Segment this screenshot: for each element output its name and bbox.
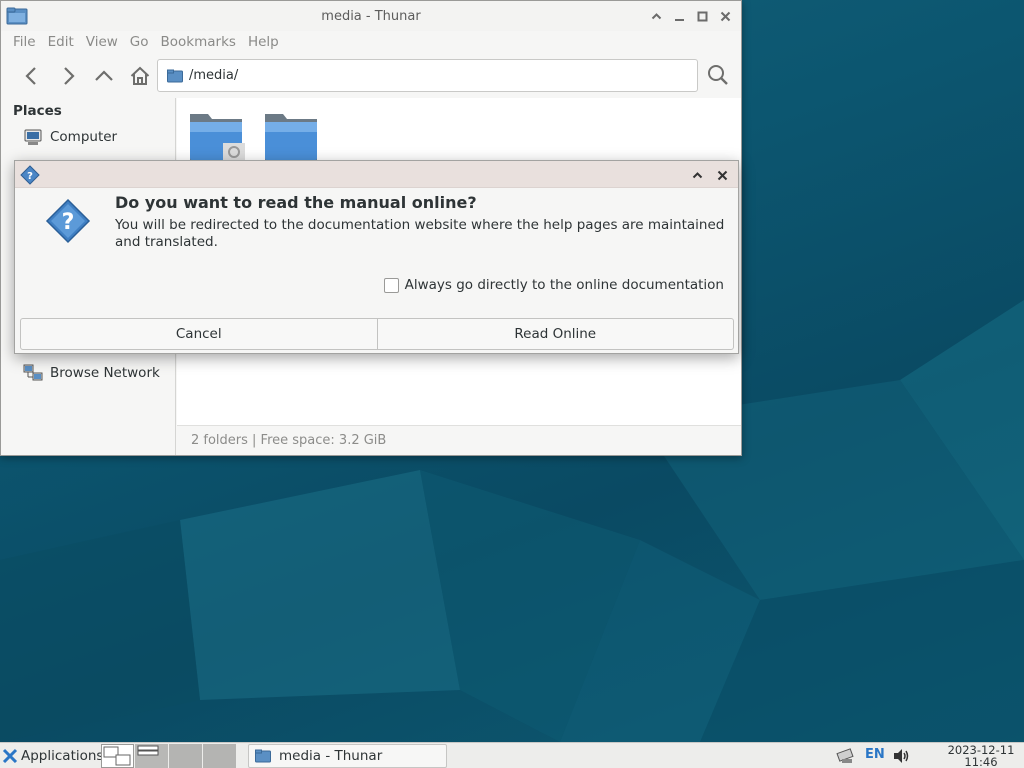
taskbar-window-button[interactable]: media - Thunar xyxy=(248,744,447,768)
sidebar-item-label: Browse Network xyxy=(50,365,160,381)
location-bar[interactable]: /media/ xyxy=(157,59,698,92)
forward-button[interactable] xyxy=(51,59,85,93)
workspace-1[interactable] xyxy=(101,744,134,768)
home-button[interactable] xyxy=(123,59,157,93)
menu-file[interactable]: File xyxy=(7,34,42,50)
menu-view[interactable]: View xyxy=(80,34,124,50)
toolbar: /media/ xyxy=(1,53,741,98)
network-status-icon[interactable] xyxy=(836,747,856,765)
menu-go[interactable]: Go xyxy=(124,34,155,50)
dialog-button-row: Cancel Read Online xyxy=(20,318,734,350)
folder-icon xyxy=(6,7,28,25)
question-icon: ? xyxy=(45,198,91,244)
sidebar-item-browse-network[interactable]: Browse Network xyxy=(23,363,160,383)
menu-bookmarks[interactable]: Bookmarks xyxy=(155,34,242,50)
search-icon xyxy=(708,65,728,85)
dialog-titlebar[interactable]: ? xyxy=(15,161,738,188)
dialog-close-button[interactable] xyxy=(713,166,732,185)
home-icon xyxy=(130,66,150,85)
workspace-4[interactable] xyxy=(203,744,236,768)
dialog-message: You will be redirected to the documentat… xyxy=(115,217,725,250)
keyboard-layout-indicator[interactable]: EN xyxy=(865,747,885,762)
folder-icon xyxy=(255,749,271,763)
checkbox-label: Always go directly to the online documen… xyxy=(404,277,724,293)
svg-text:?: ? xyxy=(62,210,75,235)
status-bar: 2 folders | Free space: 3.2 GiB xyxy=(177,425,741,455)
chevron-left-icon xyxy=(25,66,36,85)
applications-label: Applications xyxy=(21,748,104,764)
folder-icon[interactable] xyxy=(262,110,322,160)
workspace-2[interactable] xyxy=(135,744,168,768)
menu-bar: File Edit View Go Bookmarks Help xyxy=(1,31,741,53)
minimize-icon xyxy=(675,19,684,21)
shade-button[interactable] xyxy=(647,7,666,26)
help-icon: ? xyxy=(20,165,40,185)
read-online-button[interactable]: Read Online xyxy=(376,319,734,349)
chevron-right-icon xyxy=(64,66,75,85)
parent-folder-button[interactable] xyxy=(87,59,121,93)
workspace-preview-icon xyxy=(103,746,131,766)
search-button[interactable] xyxy=(701,58,735,92)
help-dialog: ? ? Do you want to read the manual onlin… xyxy=(14,160,739,354)
computer-icon xyxy=(24,129,42,145)
places-heading: Places xyxy=(13,103,62,119)
always-online-checkbox[interactable]: Always go directly to the online documen… xyxy=(383,277,724,293)
back-button[interactable] xyxy=(15,59,49,93)
dialog-heading: Do you want to read the manual online? xyxy=(115,193,477,212)
taskbar-window-label: media - Thunar xyxy=(279,748,383,764)
xfce-logo-icon xyxy=(2,748,18,764)
menu-edit[interactable]: Edit xyxy=(42,34,80,50)
close-button[interactable] xyxy=(716,7,735,26)
network-icon xyxy=(23,364,43,381)
clock[interactable]: 2023-12-11 11:46 xyxy=(944,744,1018,768)
minimize-button[interactable] xyxy=(670,7,689,26)
cancel-button[interactable]: Cancel xyxy=(21,319,377,349)
workspace-preview-icon xyxy=(137,745,159,756)
menu-help[interactable]: Help xyxy=(242,34,285,50)
window-title: media - Thunar xyxy=(321,8,421,24)
dialog-shade-button[interactable] xyxy=(688,166,707,185)
folder-icon xyxy=(167,69,183,82)
sidebar-item-computer[interactable]: Computer xyxy=(23,127,117,147)
location-path: /media/ xyxy=(189,68,239,83)
window-titlebar[interactable]: media - Thunar xyxy=(1,1,741,31)
sidebar-item-label: Computer xyxy=(50,129,118,145)
svg-text:?: ? xyxy=(27,171,33,182)
folder-icon[interactable] xyxy=(187,110,247,160)
applications-menu-button[interactable]: Applications xyxy=(2,745,103,767)
close-icon xyxy=(717,170,728,181)
chevron-up-icon xyxy=(692,172,703,179)
close-icon xyxy=(720,11,731,22)
checkbox-box[interactable] xyxy=(383,277,399,293)
volume-icon[interactable] xyxy=(892,747,910,765)
taskbar-panel: Applications media - Thunar EN 2023-12-1… xyxy=(0,742,1024,768)
maximize-button[interactable] xyxy=(693,7,712,26)
maximize-icon xyxy=(697,11,708,22)
chevron-up-icon xyxy=(651,13,662,20)
chevron-up-icon xyxy=(95,69,113,81)
clock-time: 11:46 xyxy=(964,755,998,768)
workspace-3[interactable] xyxy=(169,744,202,768)
